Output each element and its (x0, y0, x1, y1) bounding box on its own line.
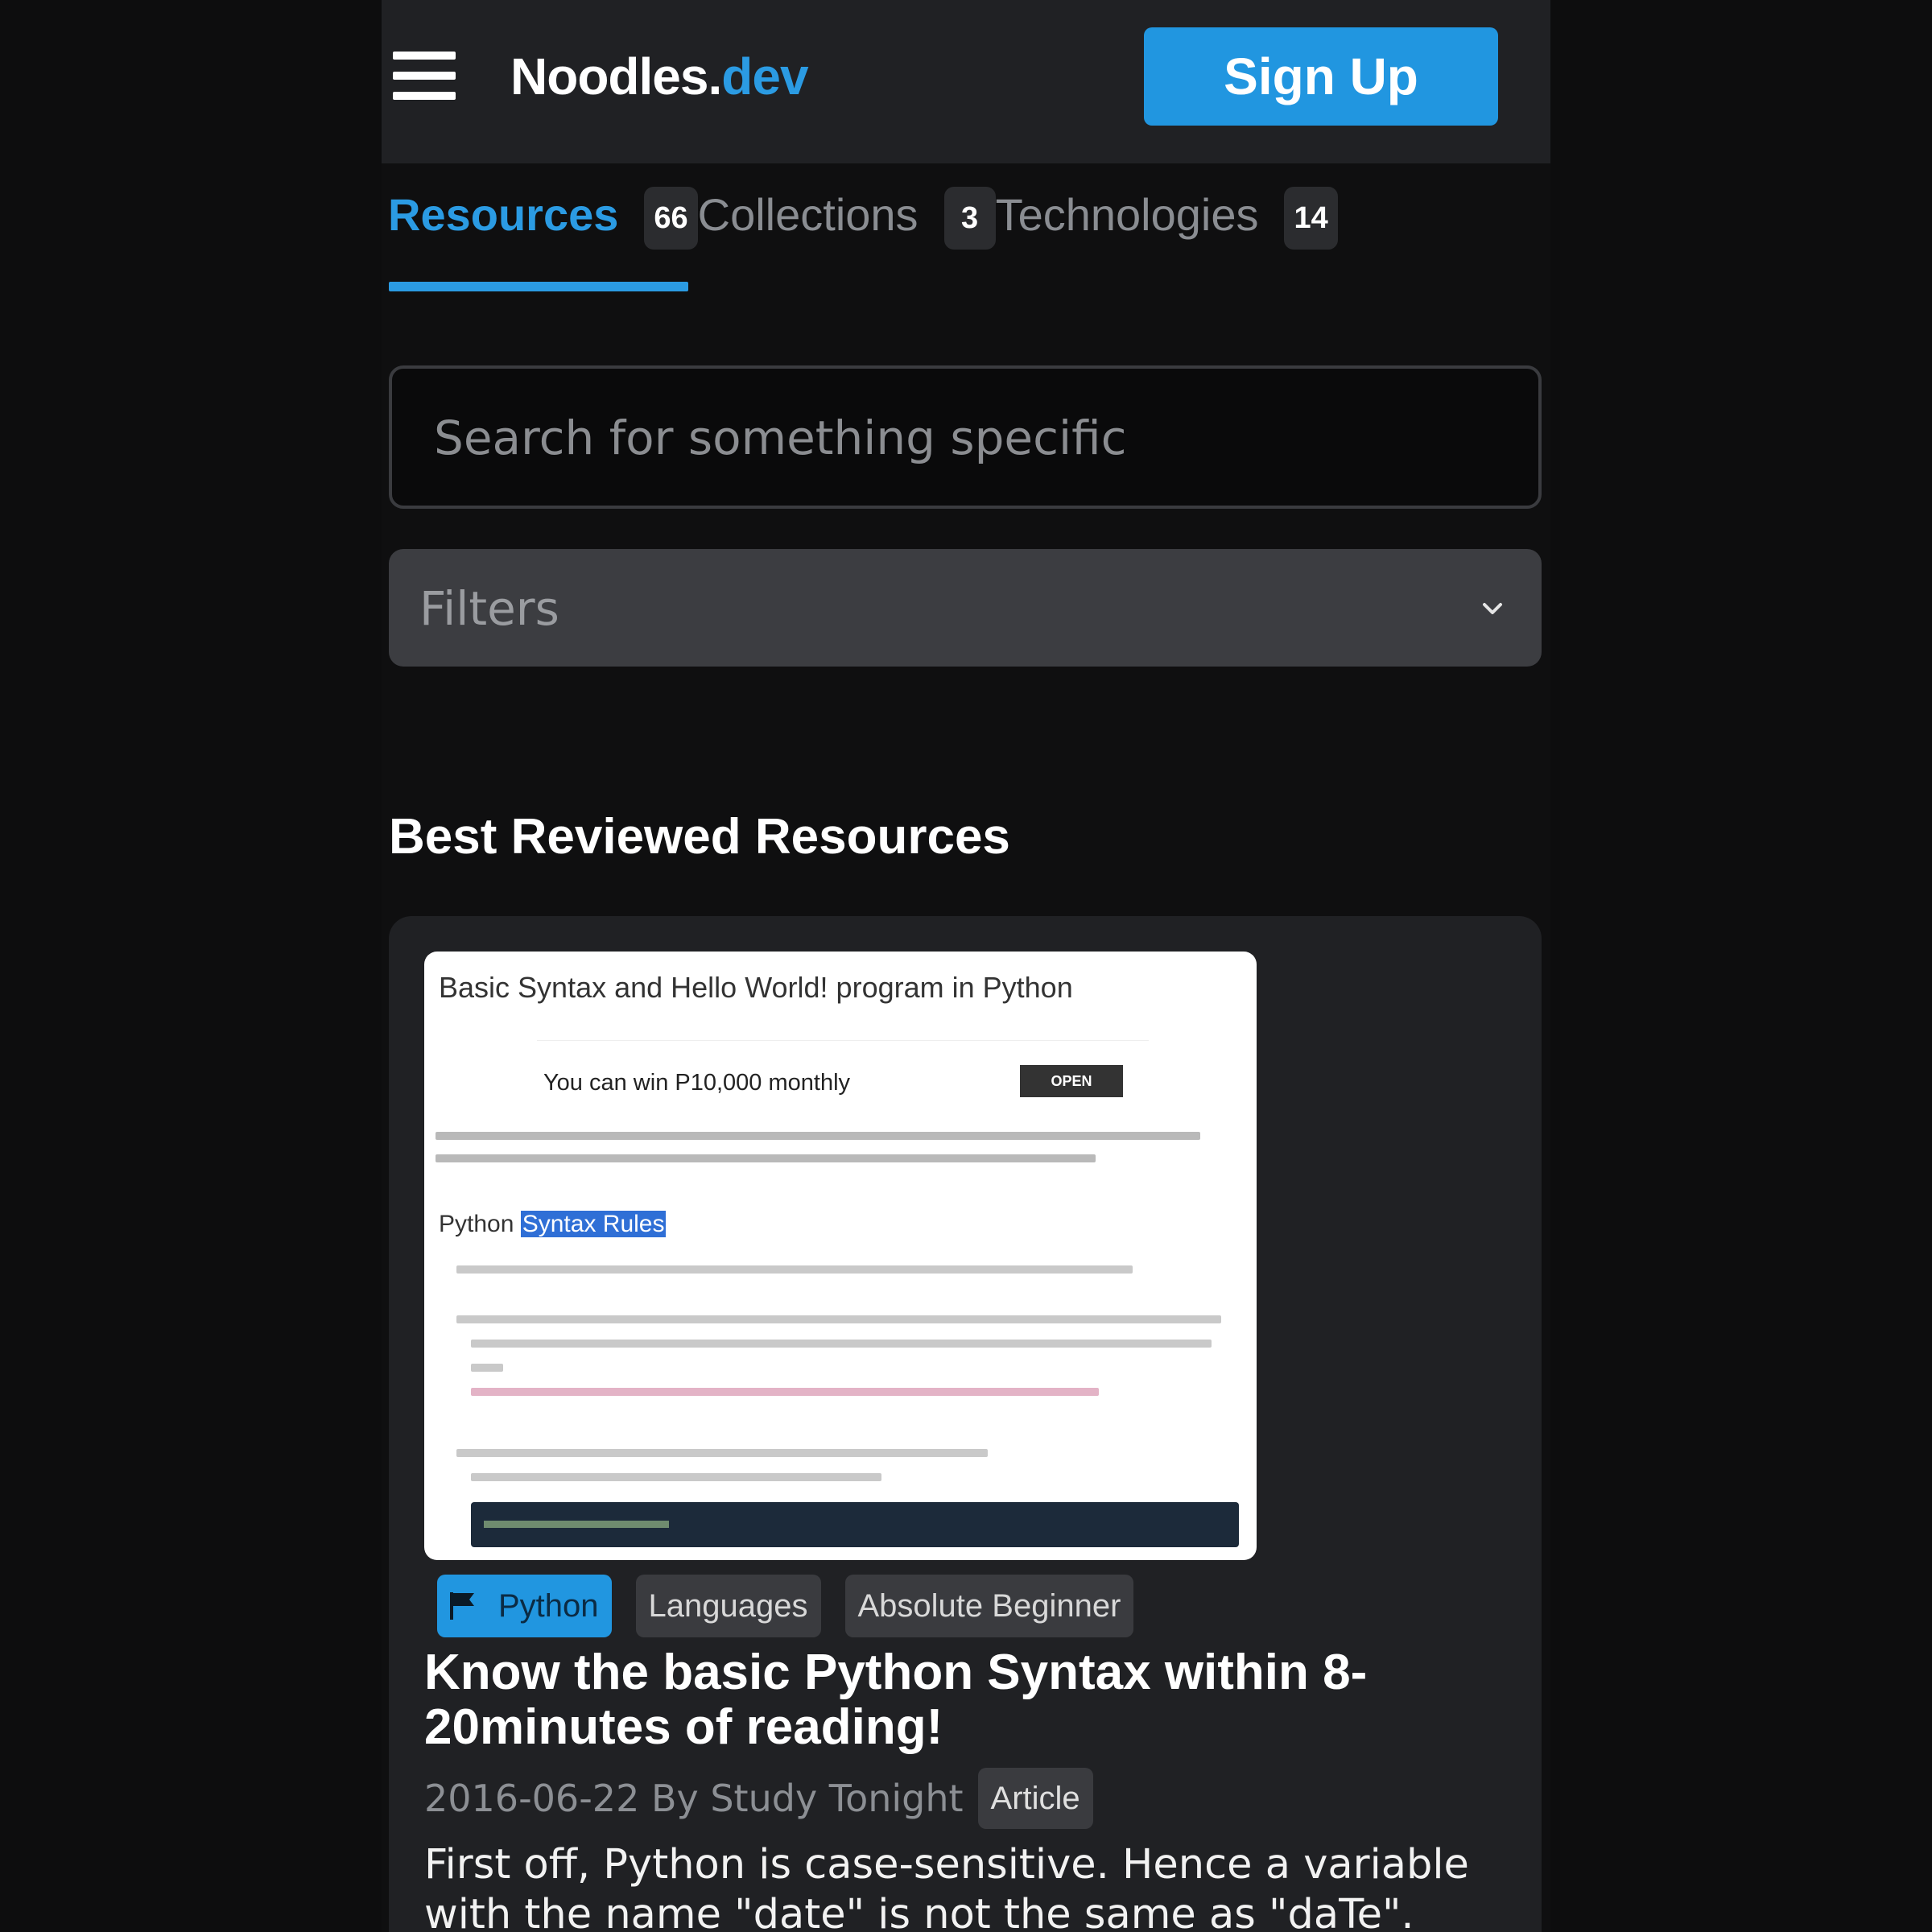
active-tab-indicator (389, 282, 688, 291)
tab-technologies-label: Technologies (995, 189, 1259, 240)
thumbnail-text-line (456, 1315, 1221, 1323)
tab-technologies-count-badge: 14 (1284, 187, 1338, 250)
thumbnail-text-line (471, 1340, 1212, 1348)
content-tabs: Resources 66 Collections 3 Technologies … (388, 179, 1338, 291)
tag-languages[interactable]: Languages (635, 1575, 821, 1637)
site-logo[interactable]: Noodles.dev (510, 47, 809, 106)
resource-title[interactable]: Know the basic Python Syntax within 8-20… (424, 1645, 1471, 1755)
tab-resources[interactable]: Resources 66 (388, 179, 698, 250)
chevron-down-icon (1483, 603, 1502, 614)
thumbnail-ad-text: You can win P10,000 monthly (543, 1070, 851, 1096)
tab-resources-label: Resources (388, 189, 619, 240)
app-frame: Noodles.dev Sign Up Resources 66 Collect… (382, 0, 1550, 1932)
thumbnail-ad-button: OPEN (1020, 1065, 1123, 1097)
sign-up-button[interactable]: Sign Up (1144, 27, 1498, 126)
search-box (389, 365, 1542, 509)
filters-label: Filters (419, 581, 559, 636)
tag-python-label: Python (498, 1588, 599, 1624)
resource-thumbnail[interactable]: Basic Syntax and Hello World! program in… (424, 952, 1257, 1560)
search-input[interactable] (432, 369, 1498, 507)
resource-meta: 2016-06-22 By Study Tonight Article (424, 1768, 1093, 1829)
tab-collections-label: Collections (697, 189, 919, 240)
thumbnail-text-line (456, 1265, 1133, 1274)
resource-type-badge: Article (977, 1768, 1093, 1829)
flag-icon (450, 1592, 474, 1620)
thumbnail-text-line (436, 1132, 1200, 1140)
logo-main-text: Noodles. (510, 47, 722, 105)
thumbnail-text-line (471, 1473, 881, 1481)
tab-technologies[interactable]: Technologies 14 (996, 179, 1338, 250)
thumbnail-code-block (471, 1502, 1239, 1547)
section-heading: Best Reviewed Resources (389, 809, 1010, 865)
tab-collections[interactable]: Collections 3 (698, 179, 996, 250)
thumbnail-subheading: Python Syntax Rules (439, 1211, 667, 1238)
thumbnail-text-line (471, 1364, 503, 1372)
hamburger-menu-icon[interactable] (393, 52, 456, 103)
resource-card[interactable]: Basic Syntax and Hello World! program in… (389, 916, 1542, 1932)
thumbnail-ad-banner: You can win P10,000 monthly OPEN (537, 1040, 1149, 1105)
thumbnail-text-line (471, 1388, 1099, 1396)
top-navigation-bar: Noodles.dev Sign Up (382, 0, 1550, 163)
tab-collections-count-badge: 3 (943, 187, 996, 250)
filters-dropdown[interactable]: Filters (389, 549, 1542, 667)
thumbnail-subheading-plain: Python (439, 1211, 521, 1237)
resource-tags: Python Languages Absolute Beginner (437, 1575, 1134, 1637)
thumbnail-page-title: Basic Syntax and Hello World! program in… (439, 971, 1073, 1004)
logo-accent-text: dev (721, 47, 808, 105)
thumbnail-text-line (436, 1154, 1096, 1162)
thumbnail-text-line (456, 1449, 988, 1457)
tag-python[interactable]: Python (437, 1575, 612, 1637)
resource-description: First off, Python is case-sensitive. Hen… (424, 1841, 1469, 1932)
thumbnail-subheading-highlight: Syntax Rules (520, 1211, 667, 1237)
tab-resources-count-badge: 66 (644, 187, 698, 250)
tag-absolute-beginner[interactable]: Absolute Beginner (844, 1575, 1134, 1637)
resource-date-author: 2016-06-22 By Study Tonight (424, 1777, 964, 1820)
